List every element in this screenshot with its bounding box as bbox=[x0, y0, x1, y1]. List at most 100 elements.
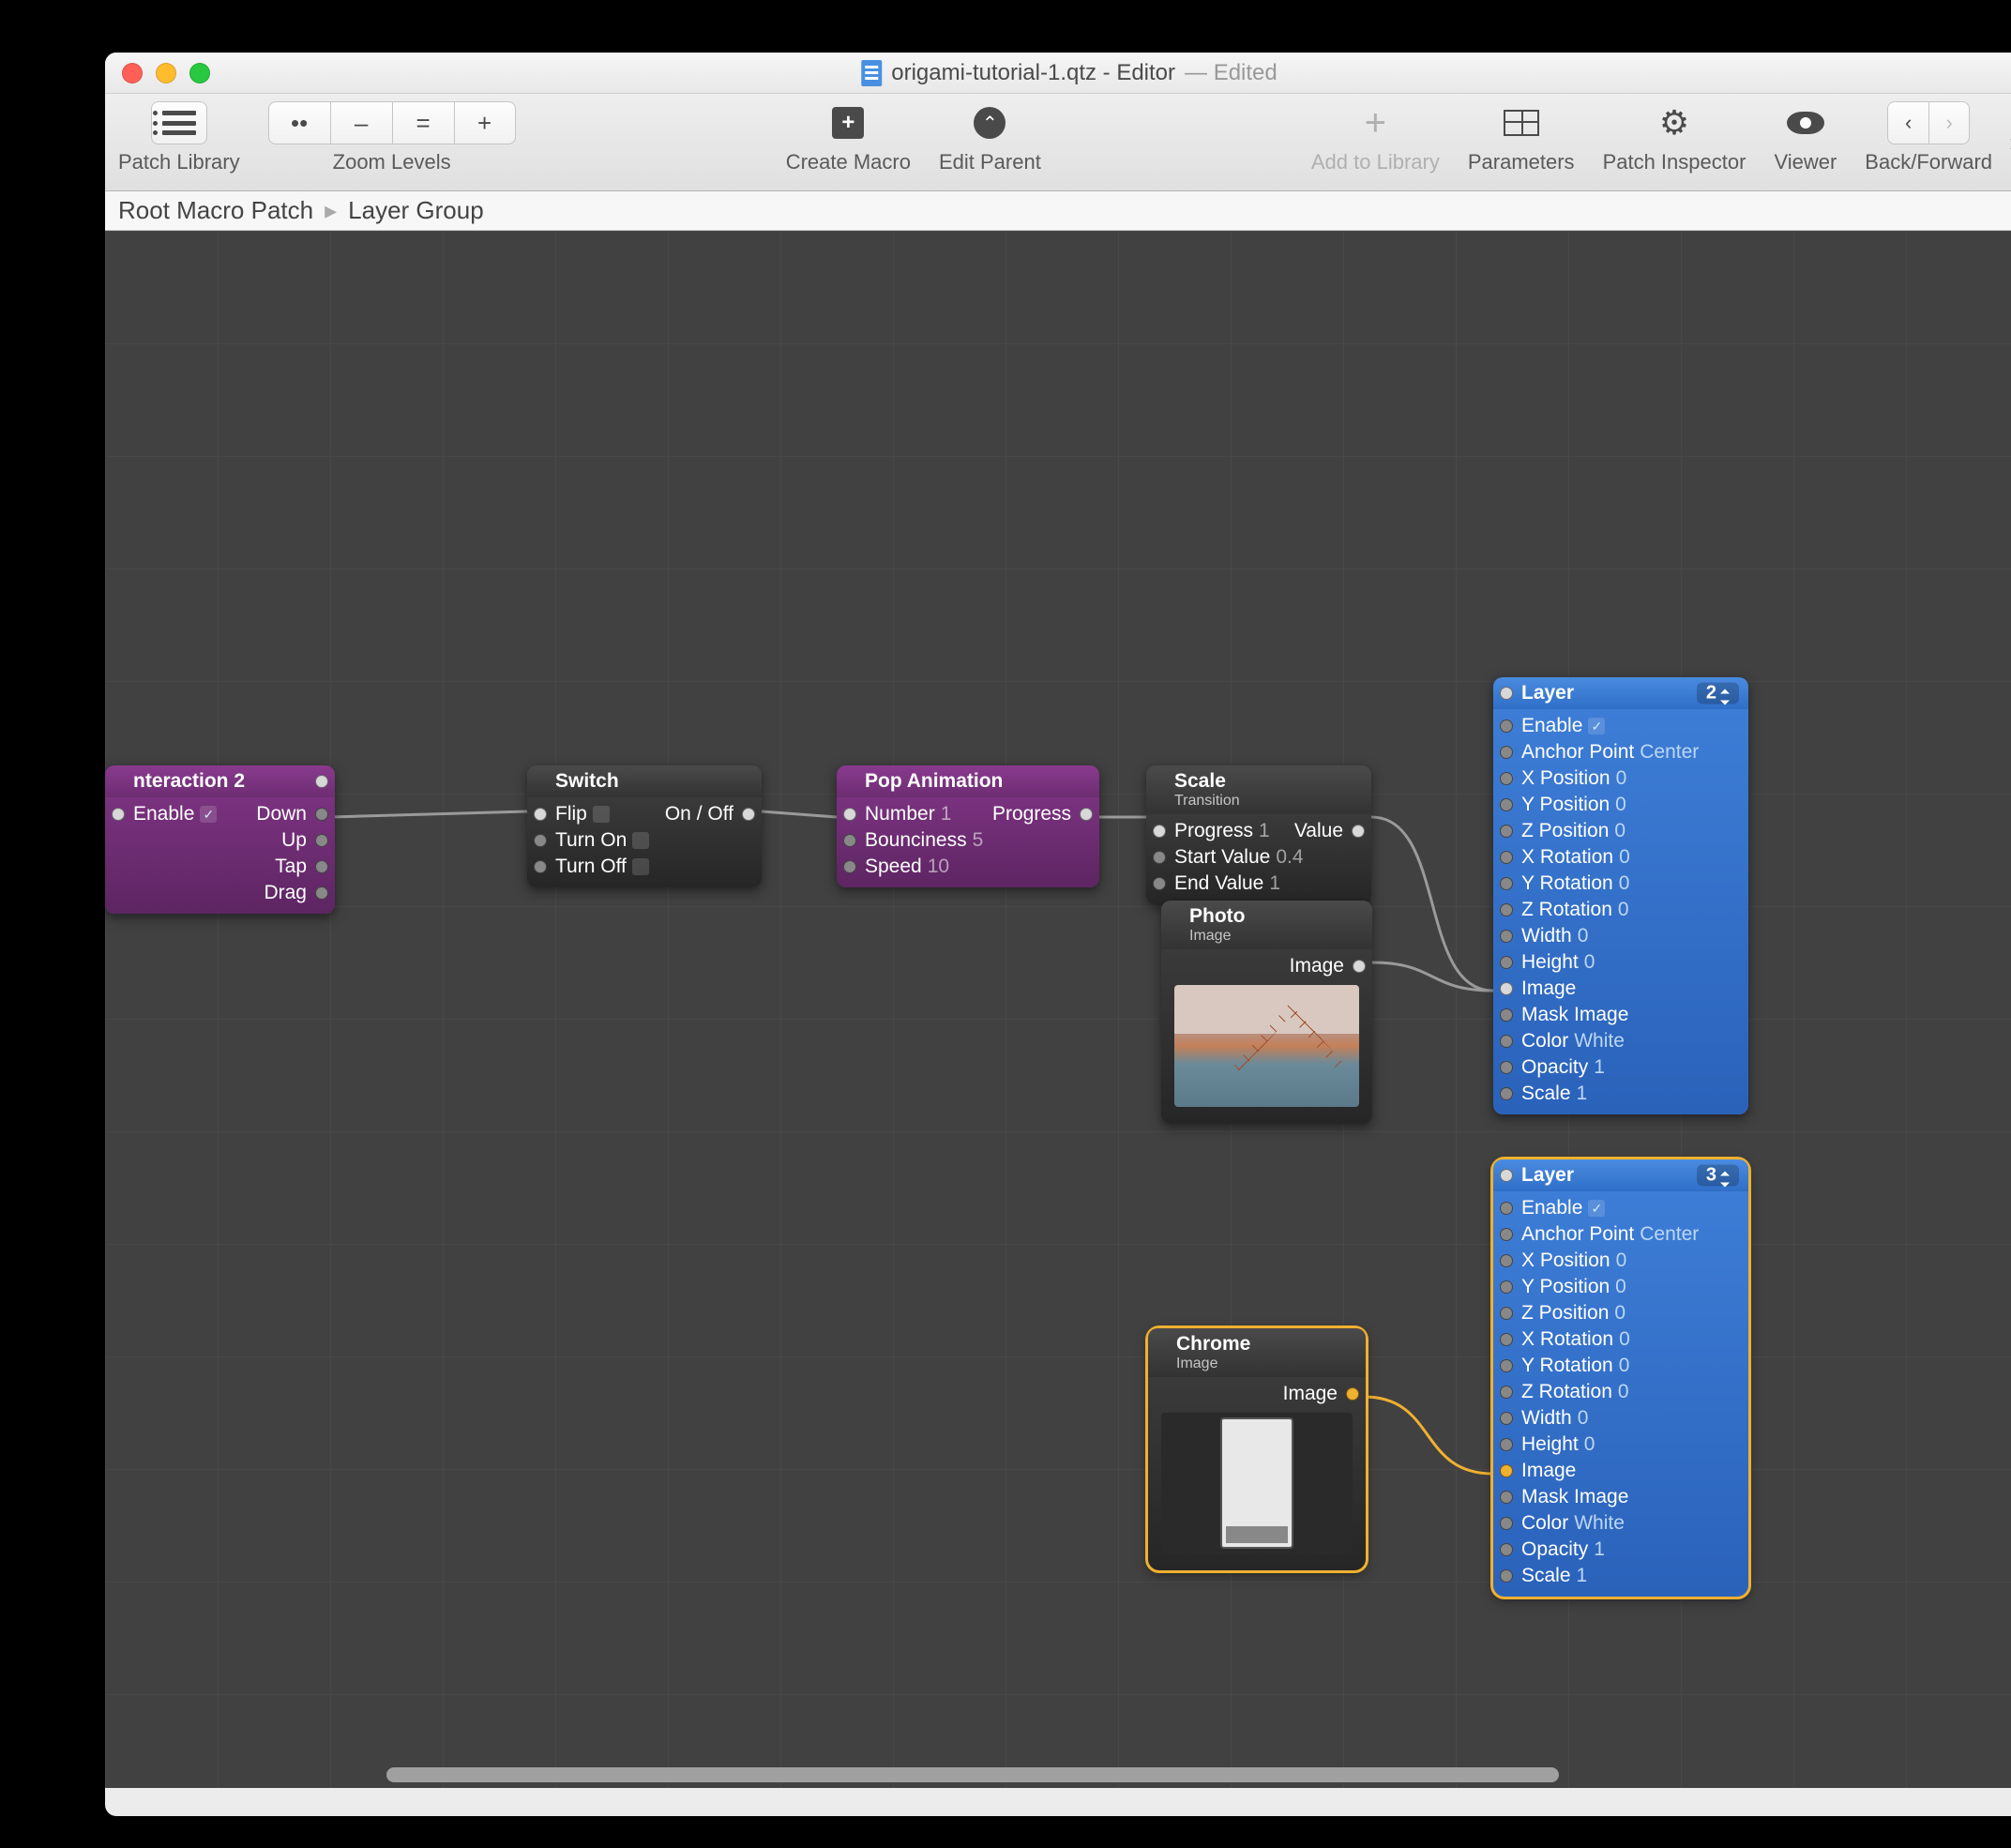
input-port[interactable] bbox=[1500, 1008, 1513, 1022]
zoom-reset-button[interactable]: = bbox=[392, 101, 454, 144]
node-header[interactable]: Pop Animation bbox=[837, 765, 1099, 797]
input-port[interactable] bbox=[112, 808, 125, 821]
input-port[interactable] bbox=[1500, 930, 1513, 943]
input-port[interactable] bbox=[1500, 772, 1513, 785]
input-port[interactable] bbox=[1500, 746, 1513, 759]
patch-inspector-button[interactable]: ⚙ bbox=[1646, 101, 1702, 144]
input-port[interactable] bbox=[1500, 1061, 1513, 1074]
list-icon bbox=[162, 111, 196, 135]
input-port[interactable] bbox=[1500, 1307, 1513, 1320]
node-pop-animation[interactable]: Pop Animation Number 1 Progress Bouncine… bbox=[837, 765, 1099, 887]
node-canvas[interactable]: nteraction 2 Enable✓ Down Up Tap Drag Sw… bbox=[105, 231, 2011, 1788]
forward-button[interactable]: › bbox=[1928, 101, 1970, 144]
input-port[interactable] bbox=[1500, 720, 1513, 733]
port-label: Height bbox=[1521, 1433, 1579, 1456]
node-layer-2[interactable]: Layer 2 Enable ✓Anchor Point CenterX Pos… bbox=[1493, 677, 1748, 1114]
input-port[interactable] bbox=[534, 860, 547, 873]
edit-parent-button[interactable]: ⌃ bbox=[961, 101, 1018, 144]
checkbox-icon[interactable]: ✓ bbox=[200, 806, 217, 823]
zoom-button[interactable] bbox=[189, 63, 210, 83]
output-port[interactable] bbox=[315, 775, 328, 788]
input-port[interactable] bbox=[1500, 1543, 1513, 1556]
port-label: Scale bbox=[1521, 1083, 1571, 1105]
node-header[interactable]: Layer 3 bbox=[1493, 1159, 1748, 1191]
node-scale[interactable]: ScaleTransition Progress 1 Value Start V… bbox=[1146, 765, 1371, 904]
input-port[interactable] bbox=[1500, 1087, 1513, 1100]
output-port[interactable] bbox=[315, 860, 328, 873]
zoom-out-button[interactable]: – bbox=[330, 101, 392, 144]
input-port[interactable] bbox=[1500, 903, 1513, 916]
breadcrumb-current[interactable]: Layer Group bbox=[348, 196, 484, 225]
input-port[interactable] bbox=[1500, 1412, 1513, 1425]
zoom-fit-button[interactable]: •• bbox=[268, 101, 330, 144]
output-port[interactable] bbox=[315, 808, 328, 821]
back-button[interactable]: ‹ bbox=[1887, 101, 1928, 144]
input-port[interactable] bbox=[1500, 1254, 1513, 1267]
layer-order-badge[interactable]: 2 bbox=[1697, 683, 1739, 704]
parameters-button[interactable] bbox=[1493, 101, 1550, 144]
input-port[interactable] bbox=[534, 834, 547, 847]
input-port[interactable] bbox=[1500, 1333, 1513, 1346]
minimize-button[interactable] bbox=[156, 63, 176, 83]
node-header[interactable]: PhotoImage bbox=[1161, 901, 1372, 949]
input-port[interactable] bbox=[1500, 1517, 1513, 1530]
input-port[interactable] bbox=[1500, 798, 1513, 811]
input-port[interactable] bbox=[1500, 1438, 1513, 1451]
output-port[interactable] bbox=[315, 886, 328, 900]
node-header[interactable]: ChromeImage bbox=[1148, 1328, 1366, 1377]
output-port[interactable] bbox=[1080, 808, 1093, 821]
node-photo[interactable]: PhotoImage Image bbox=[1161, 901, 1372, 1124]
input-port[interactable] bbox=[1500, 1228, 1513, 1241]
layer-order-badge[interactable]: 3 bbox=[1697, 1165, 1739, 1187]
checkbox-icon[interactable]: ✓ bbox=[1588, 1200, 1605, 1217]
input-port[interactable] bbox=[1153, 877, 1166, 890]
patch-library-button[interactable] bbox=[151, 101, 207, 144]
input-port[interactable] bbox=[1500, 851, 1513, 864]
add-to-library-button[interactable]: + bbox=[1347, 101, 1403, 144]
input-port[interactable] bbox=[843, 808, 856, 821]
node-interaction-2[interactable]: nteraction 2 Enable✓ Down Up Tap Drag bbox=[105, 765, 335, 914]
input-port[interactable] bbox=[1500, 982, 1513, 995]
breadcrumb-root[interactable]: Root Macro Patch bbox=[118, 196, 313, 225]
node-header[interactable]: ScaleTransition bbox=[1146, 765, 1371, 814]
output-port[interactable] bbox=[1346, 1387, 1359, 1401]
port-label: Y Rotation bbox=[1521, 1355, 1613, 1377]
input-port[interactable] bbox=[1153, 825, 1166, 838]
node-switch[interactable]: Switch Flip On / Off Turn On Turn Off bbox=[527, 765, 762, 887]
input-port[interactable] bbox=[843, 834, 856, 847]
input-port[interactable] bbox=[1500, 956, 1513, 969]
node-chrome[interactable]: ChromeImage Image bbox=[1148, 1328, 1366, 1570]
node-header[interactable]: Layer 2 bbox=[1493, 677, 1748, 709]
node-layer-3[interactable]: Layer 3 Enable ✓Anchor Point CenterX Pos… bbox=[1493, 1159, 1748, 1597]
create-macro-button[interactable]: + bbox=[820, 101, 876, 144]
horizontal-scrollbar[interactable] bbox=[386, 1767, 1559, 1782]
zoom-in-button[interactable]: + bbox=[454, 101, 516, 144]
input-port[interactable] bbox=[1500, 1280, 1513, 1294]
input-port[interactable] bbox=[534, 808, 547, 821]
input-port[interactable] bbox=[1500, 1202, 1513, 1215]
input-port[interactable] bbox=[1500, 1169, 1513, 1182]
checkbox-icon[interactable]: ✓ bbox=[1588, 718, 1605, 735]
node-header[interactable]: Switch bbox=[527, 765, 762, 797]
input-port[interactable] bbox=[1500, 687, 1513, 700]
output-port[interactable] bbox=[315, 834, 328, 847]
output-port[interactable] bbox=[1352, 825, 1365, 838]
input-port[interactable] bbox=[1500, 1359, 1513, 1372]
input-port[interactable] bbox=[1500, 1464, 1513, 1477]
input-port[interactable] bbox=[1500, 1386, 1513, 1399]
port-label: X Position bbox=[1521, 1250, 1610, 1272]
input-port[interactable] bbox=[1500, 877, 1513, 890]
port-value: 0 bbox=[1619, 1355, 1630, 1377]
input-port[interactable] bbox=[1153, 851, 1166, 864]
input-port[interactable] bbox=[1500, 825, 1513, 838]
output-port[interactable] bbox=[742, 808, 755, 821]
input-port[interactable] bbox=[1500, 1569, 1513, 1583]
input-port[interactable] bbox=[1500, 1035, 1513, 1048]
layer-row: Opacity 1 bbox=[1493, 1054, 1748, 1081]
input-port[interactable] bbox=[843, 860, 856, 873]
viewer-button[interactable] bbox=[1777, 101, 1834, 144]
close-button[interactable] bbox=[122, 63, 143, 83]
output-port[interactable] bbox=[1353, 960, 1366, 973]
node-header[interactable]: nteraction 2 bbox=[105, 765, 335, 797]
input-port[interactable] bbox=[1500, 1491, 1513, 1504]
